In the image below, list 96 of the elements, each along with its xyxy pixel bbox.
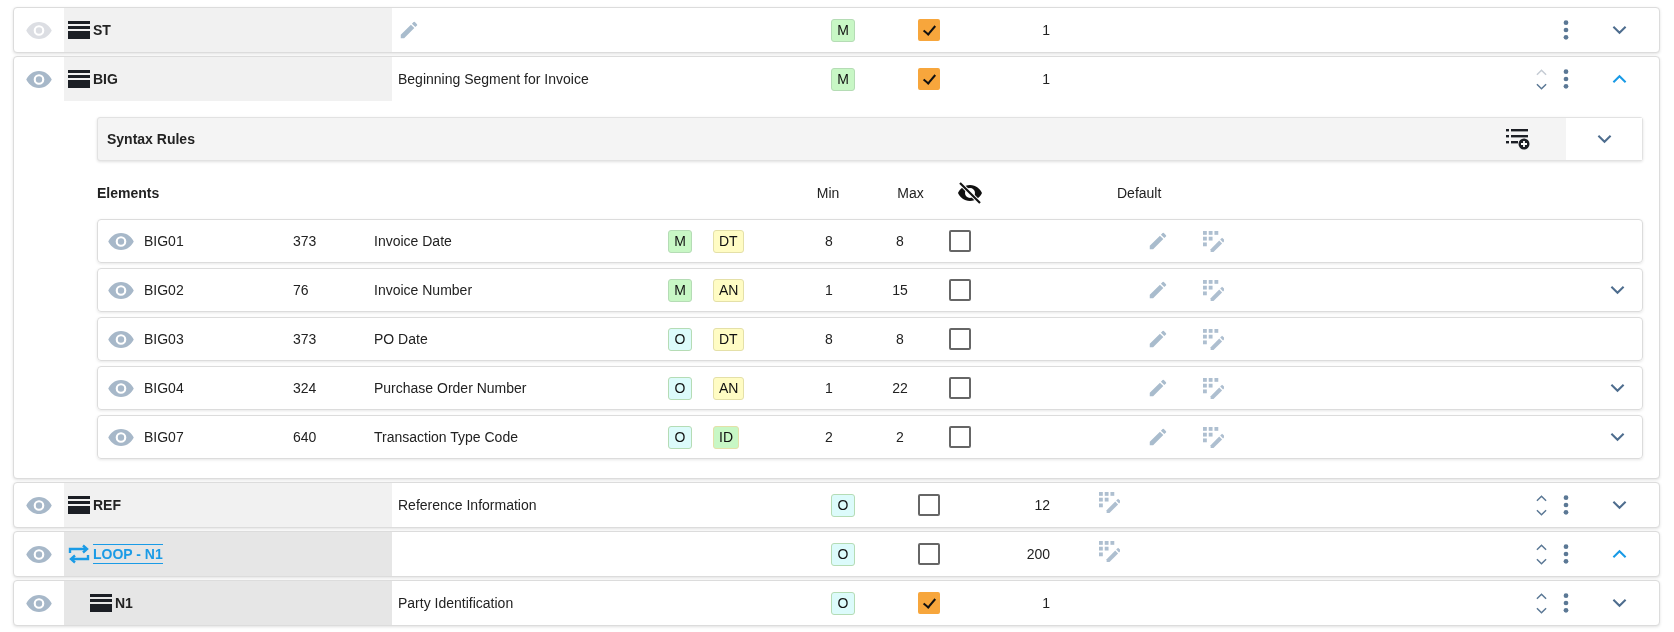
element-id: BIG01 — [144, 233, 185, 249]
element-id: BIG04 — [144, 380, 185, 396]
repeat-count: 1 — [1041, 21, 1050, 40]
loop-link[interactable]: LOOP - N1 — [93, 544, 163, 564]
expand-chevron-icon[interactable] — [1596, 134, 1612, 144]
element-id: BIG02 — [144, 282, 185, 298]
element-name: Invoice Date — [374, 233, 453, 249]
more-options-icon[interactable] — [1563, 69, 1569, 89]
move-down-caret-icon[interactable] — [1535, 82, 1547, 90]
element-reference: 640 — [293, 429, 318, 445]
status-badge: M — [831, 18, 855, 42]
segment-name: N1 — [115, 595, 133, 611]
more-options-icon[interactable] — [1563, 20, 1569, 40]
segment-bars-icon — [68, 496, 90, 514]
min-length: 1 — [824, 380, 834, 396]
checkbox[interactable] — [918, 592, 940, 614]
element-name: Transaction Type Code — [374, 429, 519, 445]
status-badge: AN — [713, 376, 745, 400]
hidden-eye-icon — [957, 182, 983, 204]
add-rule-list-icon[interactable] — [1506, 128, 1530, 150]
min-length: 1 — [824, 282, 834, 298]
max-length: 2 — [895, 429, 905, 445]
repeat-count: 1 — [1041, 70, 1050, 89]
segment-description: Reference Information — [398, 497, 537, 513]
segment-description: Party Identification — [398, 595, 514, 611]
status-badge: ID — [713, 425, 739, 449]
max-length: 22 — [891, 380, 909, 396]
move-down-caret-icon[interactable] — [1535, 508, 1547, 516]
more-options-icon[interactable] — [1563, 593, 1569, 613]
repeat-count: 200 — [1025, 545, 1050, 564]
min-length: 8 — [824, 331, 834, 347]
segment-name: BIG — [93, 71, 118, 87]
move-up-caret-icon[interactable] — [1535, 543, 1547, 551]
element-name: Invoice Number — [374, 282, 474, 298]
status-badge: M — [831, 67, 855, 91]
status-badge: O — [831, 493, 855, 517]
move-up-caret-icon[interactable] — [1535, 592, 1547, 600]
checkbox[interactable] — [949, 279, 971, 301]
column-header: Default — [1117, 185, 1163, 201]
move-up-caret-icon[interactable] — [1535, 494, 1547, 502]
status-badge: O — [668, 327, 692, 351]
expand-chevron-icon[interactable] — [1609, 383, 1625, 393]
element-reference: 373 — [293, 233, 318, 249]
section-title: Elements — [97, 185, 161, 201]
max-length: 8 — [895, 331, 905, 347]
status-badge: O — [831, 591, 855, 615]
min-length: 2 — [824, 429, 834, 445]
segment-bars-icon — [90, 594, 112, 612]
segment-bars-icon — [68, 21, 90, 39]
element-id: BIG07 — [144, 429, 185, 445]
status-badge: M — [668, 278, 692, 302]
repeat-count: 12 — [1033, 496, 1050, 515]
min-length: 8 — [824, 233, 834, 249]
status-badge: O — [668, 425, 692, 449]
checkbox[interactable] — [918, 543, 940, 565]
status-badge: O — [668, 376, 692, 400]
checkbox[interactable] — [949, 230, 971, 252]
expand-chevron-icon[interactable] — [1611, 500, 1627, 510]
element-reference: 76 — [293, 282, 310, 298]
segment-name: REF — [93, 497, 121, 513]
repeat-count: 1 — [1041, 594, 1050, 613]
segment-bars-icon — [68, 70, 90, 88]
checkbox[interactable] — [949, 328, 971, 350]
expand-chevron-icon[interactable] — [1609, 285, 1625, 295]
max-length: 8 — [895, 233, 905, 249]
status-badge: O — [831, 542, 855, 566]
status-badge: DT — [713, 229, 744, 253]
segment-description: Beginning Segment for Invoice — [398, 71, 589, 87]
max-length: 15 — [891, 282, 909, 298]
more-options-icon[interactable] — [1563, 495, 1569, 515]
segment-name: ST — [93, 22, 111, 38]
collapse-chevron-icon[interactable] — [1611, 74, 1627, 84]
move-down-caret-icon[interactable] — [1535, 606, 1547, 614]
status-badge: DT — [713, 327, 744, 351]
column-header: Min — [815, 185, 841, 201]
checkbox[interactable] — [949, 377, 971, 399]
section-title: Syntax Rules — [107, 131, 195, 147]
collapse-chevron-icon[interactable] — [1611, 549, 1627, 559]
repeat-arrows-icon — [68, 544, 90, 564]
expand-chevron-icon[interactable] — [1611, 598, 1627, 608]
move-down-caret-icon[interactable] — [1535, 557, 1547, 565]
expand-chevron-icon[interactable] — [1609, 432, 1625, 442]
element-reference: 324 — [293, 380, 318, 396]
element-name: Purchase Order Number — [374, 380, 528, 396]
checkbox[interactable] — [918, 68, 940, 90]
checkbox[interactable] — [949, 426, 971, 448]
more-options-icon[interactable] — [1563, 544, 1569, 564]
status-badge: M — [668, 229, 692, 253]
element-name: PO Date — [374, 331, 429, 347]
checkbox[interactable] — [918, 494, 940, 516]
element-id: BIG03 — [144, 331, 185, 347]
element-reference: 373 — [293, 331, 318, 347]
column-header: Max — [896, 185, 925, 201]
expand-chevron-icon[interactable] — [1611, 25, 1627, 35]
status-badge: AN — [713, 278, 745, 302]
checkbox[interactable] — [918, 19, 940, 41]
